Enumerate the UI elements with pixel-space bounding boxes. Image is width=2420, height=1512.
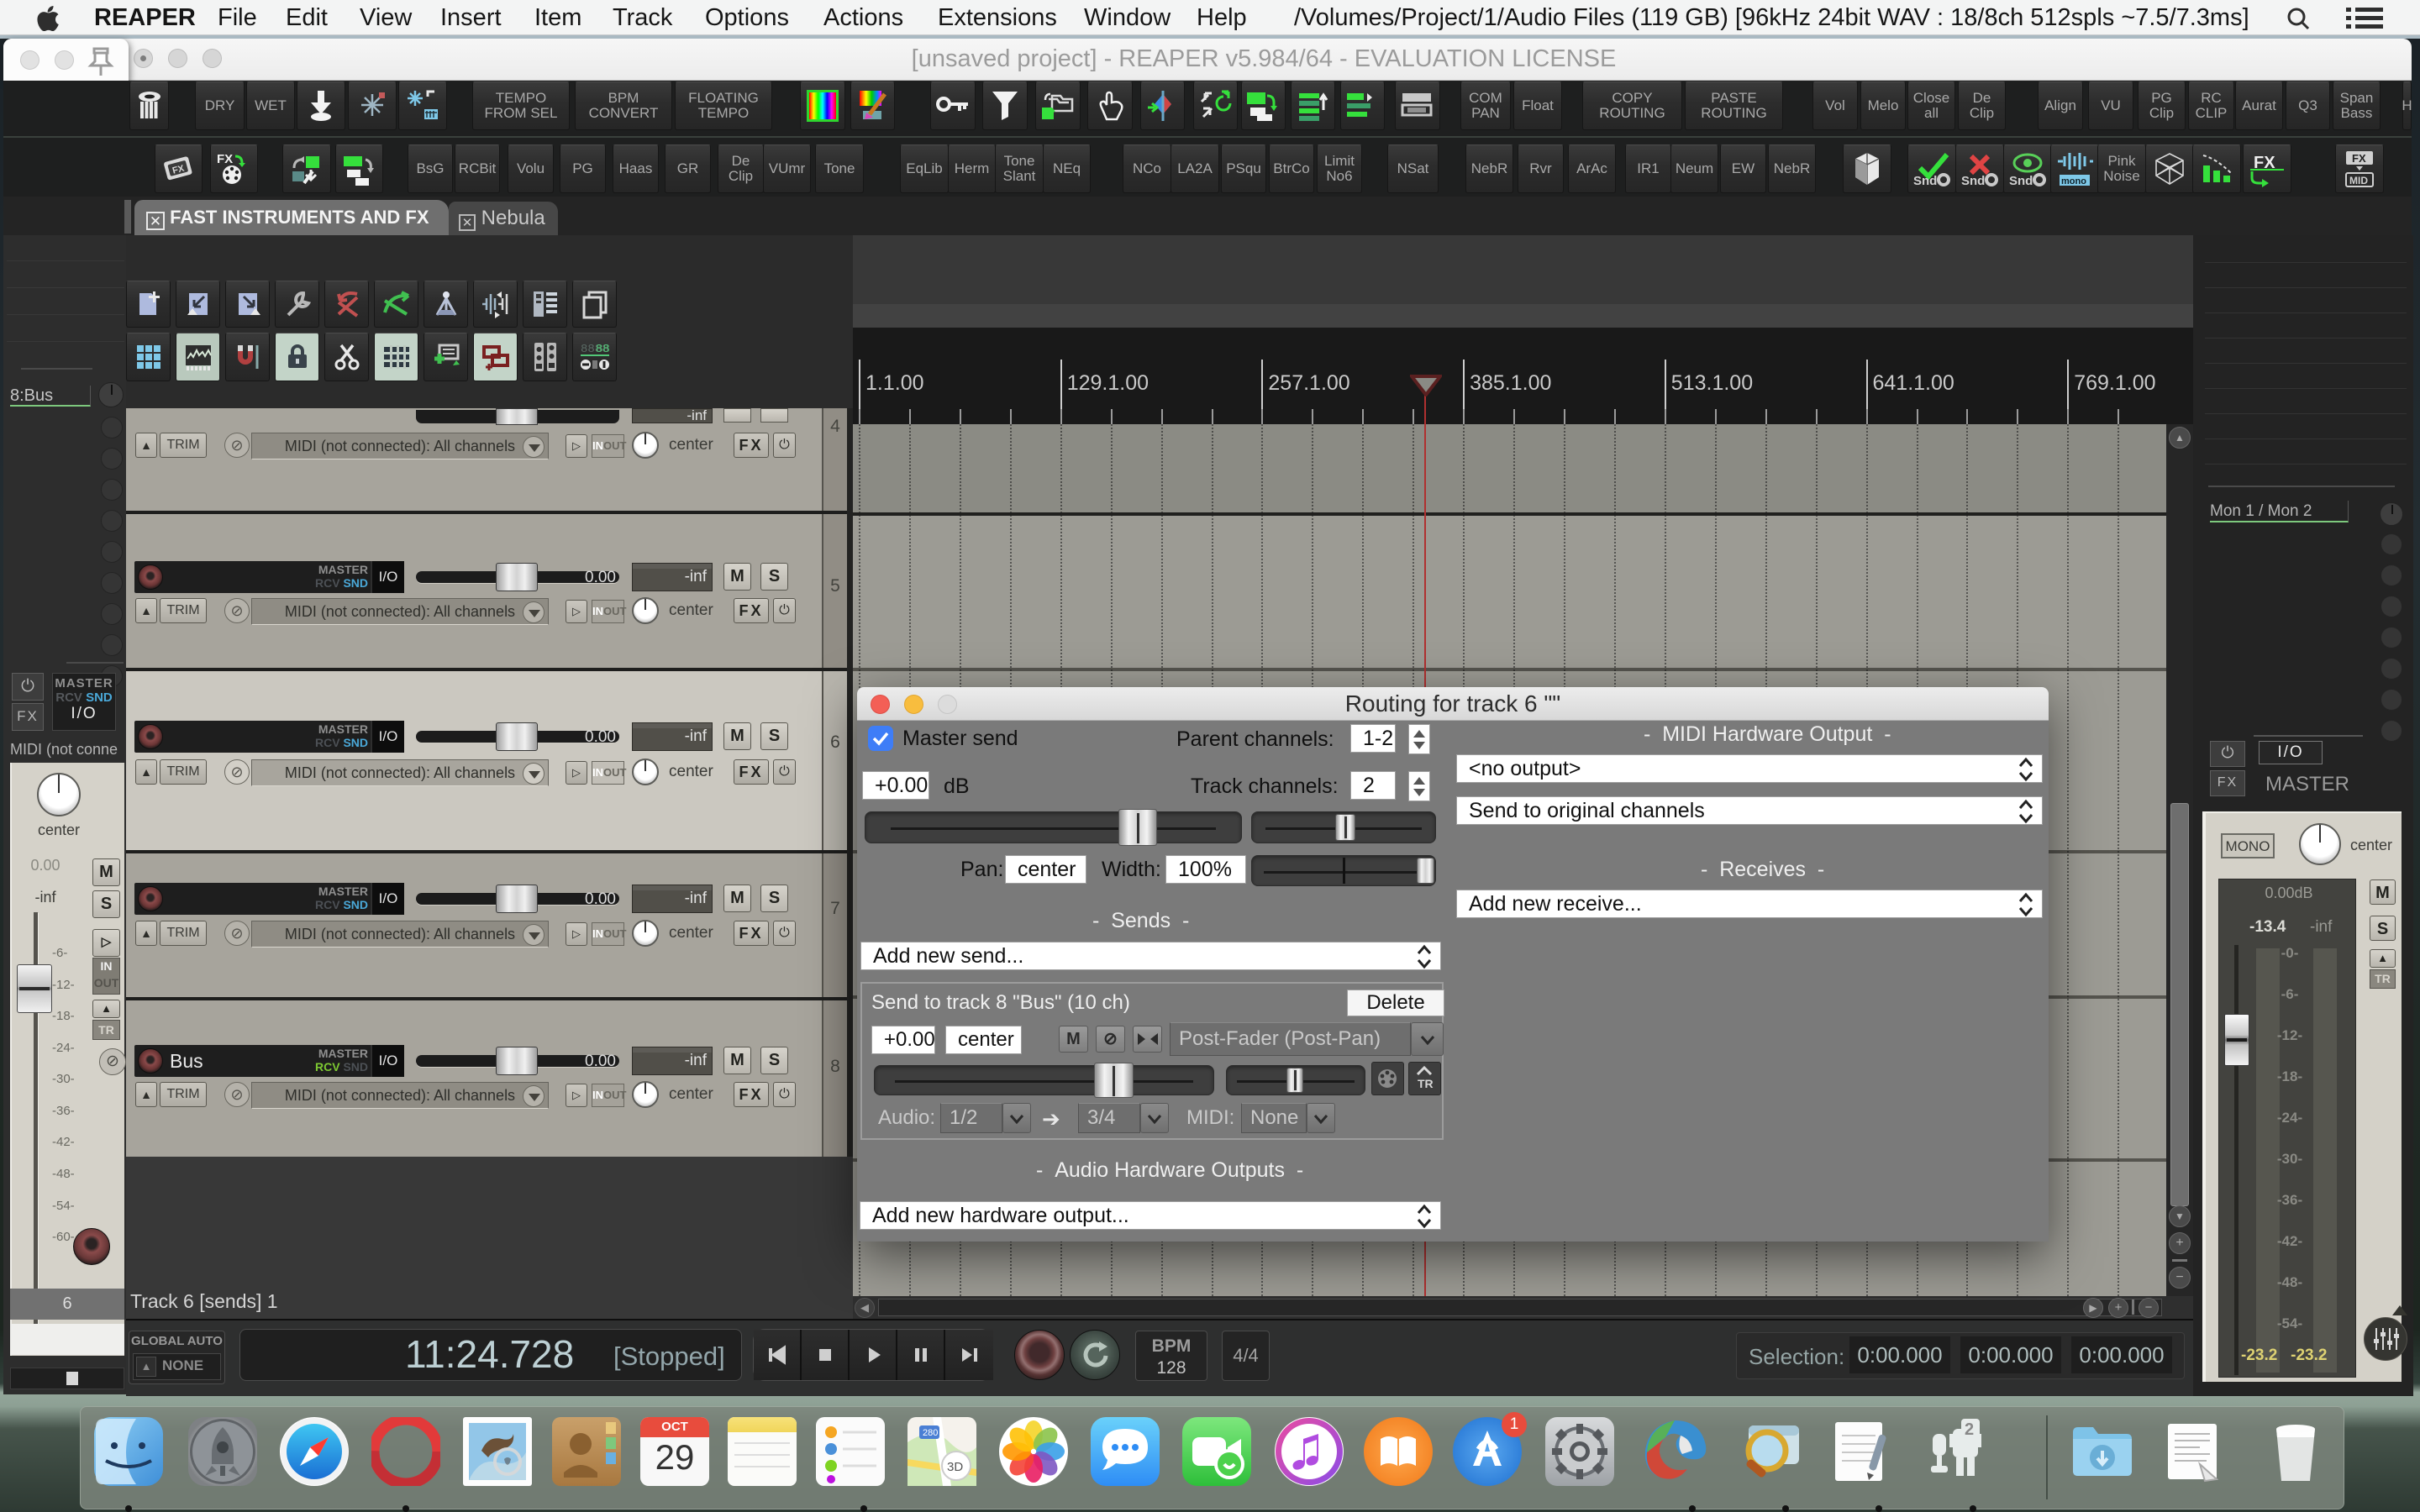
svg-text:MID: MID — [2349, 175, 2368, 186]
svg-text:FX: FX — [2352, 152, 2366, 165]
svg-text:mono: mono — [2061, 176, 2086, 186]
svg-text:Snd: Snd — [2009, 174, 2033, 188]
svg-text:TR: TR — [1418, 1077, 1434, 1090]
svg-text:Snd: Snd — [1961, 174, 1985, 188]
svg-text:FX: FX — [217, 152, 233, 166]
svg-text:Snd: Snd — [1913, 174, 1937, 188]
svg-text:2: 2 — [1965, 1420, 1974, 1439]
svg-text:88: 88 — [596, 343, 610, 356]
svg-text:3D: 3D — [947, 1460, 963, 1474]
svg-text:280: 280 — [923, 1428, 938, 1438]
